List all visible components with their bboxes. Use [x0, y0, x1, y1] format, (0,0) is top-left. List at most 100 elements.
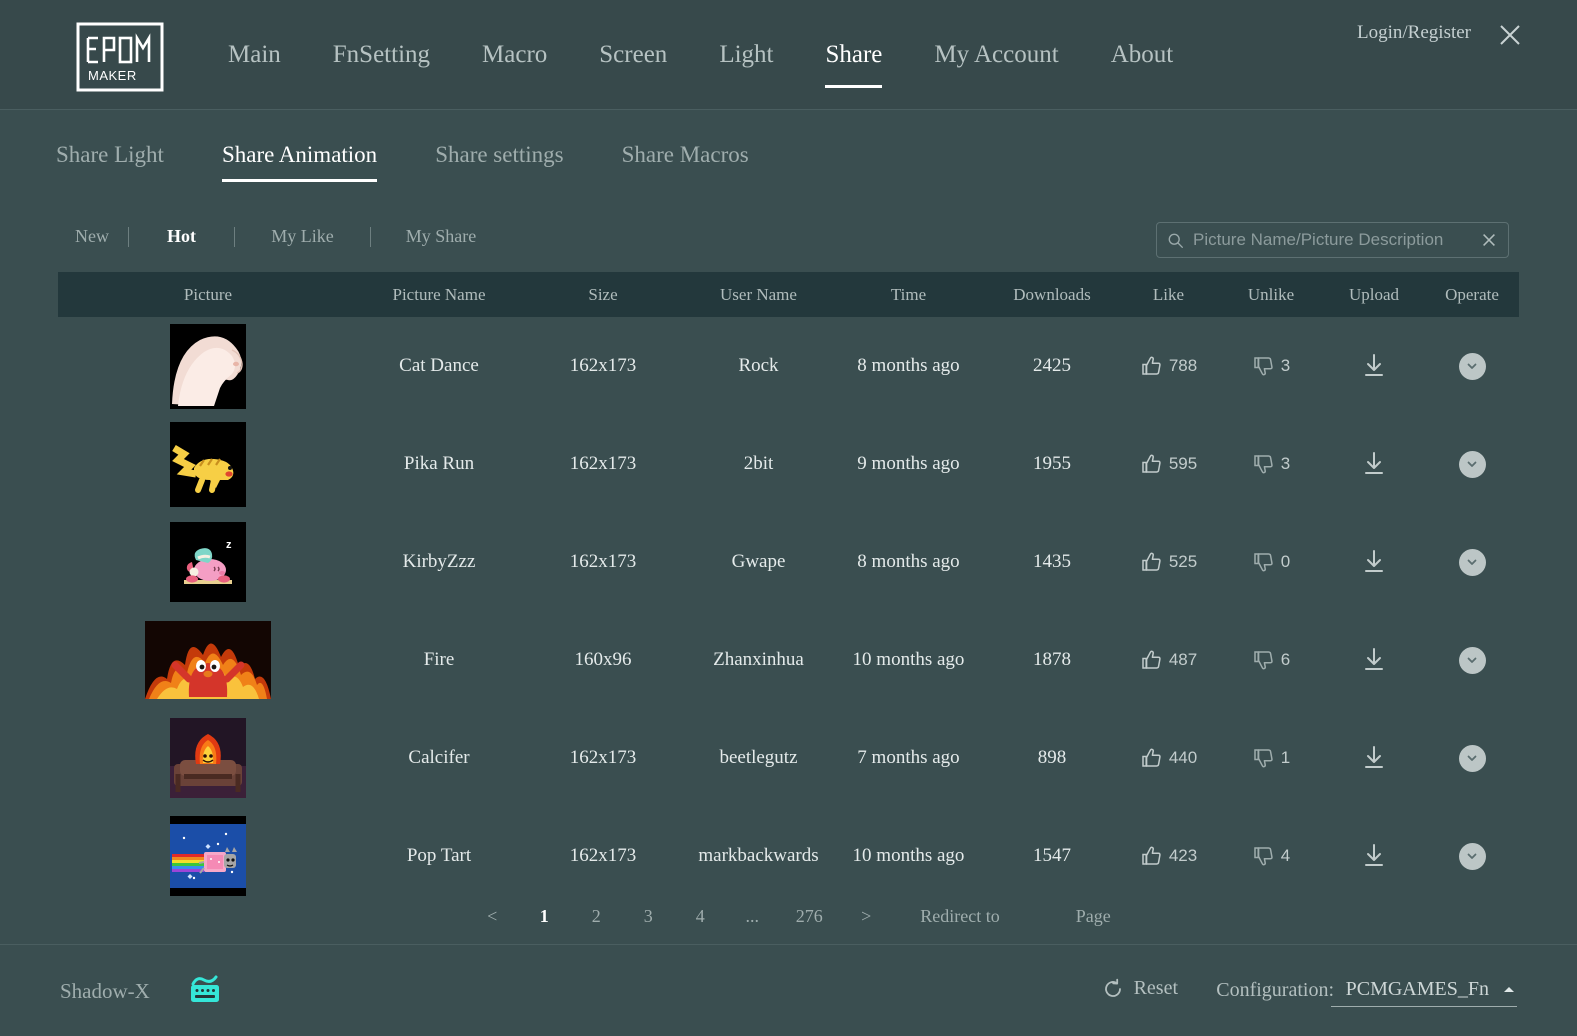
clear-search-icon[interactable] — [1480, 231, 1498, 249]
like-button[interactable]: 487 — [1118, 648, 1219, 672]
cat-dance-thumbnail[interactable] — [170, 323, 246, 409]
page-button-1[interactable]: 1 — [518, 906, 570, 927]
search-box[interactable] — [1156, 222, 1509, 258]
search-input[interactable] — [1184, 230, 1480, 250]
page-prev-button[interactable]: < — [466, 906, 518, 927]
table-row[interactable]: z KirbyZzz 162x173 Gwape 8 months ago 14… — [58, 513, 1519, 611]
pop-tart-thumbnail-image — [170, 816, 246, 896]
cell-user-name: markbackwards — [698, 845, 819, 866]
cell-picture-name: Pika Run — [403, 453, 475, 474]
fire-thumbnail[interactable] — [145, 621, 271, 699]
like-count: 595 — [1168, 454, 1198, 473]
unlike-button[interactable]: 1 — [1219, 746, 1323, 770]
filter-my-like[interactable]: My Like — [235, 226, 370, 247]
download-button[interactable] — [1323, 549, 1425, 575]
nav-item-fnsetting[interactable]: FnSetting — [333, 0, 430, 110]
filter-my-share[interactable]: My Share — [371, 226, 511, 247]
operate-expand-button[interactable] — [1458, 646, 1486, 674]
page-button-3[interactable]: 3 — [622, 906, 674, 927]
table-row[interactable]: Fire 160x96 Zhanxinhua 10 months ago 187… — [58, 611, 1519, 709]
unlike-button[interactable]: 0 — [1219, 550, 1323, 574]
cell-time: 10 months ago — [852, 649, 965, 670]
download-button[interactable] — [1323, 451, 1425, 477]
table-header-row: Picture Picture Name Size User Name Time… — [58, 272, 1519, 317]
nav-item-about[interactable]: About — [1111, 0, 1174, 110]
operate-expand-button[interactable] — [1458, 450, 1486, 478]
nav-item-share[interactable]: Share — [825, 0, 882, 110]
pop-tart-thumbnail[interactable] — [170, 816, 246, 896]
pika-run-thumbnail-image — [170, 421, 246, 507]
row-thumbnail-cell[interactable] — [58, 709, 358, 807]
share-sub-tabs: Share Light Share Animation Share settin… — [56, 142, 807, 182]
cell-size: 160x96 — [574, 649, 632, 670]
window-close-button[interactable] — [1495, 20, 1525, 50]
kirby-zzz-thumbnail[interactable]: z — [170, 522, 246, 602]
tab-share-light[interactable]: Share Light — [56, 142, 164, 182]
filter-hot[interactable]: Hot — [129, 226, 234, 247]
unlike-button[interactable]: 4 — [1219, 844, 1323, 868]
row-thumbnail-cell[interactable] — [58, 317, 358, 415]
operate-expand-button[interactable] — [1458, 842, 1486, 870]
like-button[interactable]: 788 — [1118, 354, 1219, 378]
like-button[interactable]: 525 — [1118, 550, 1219, 574]
cell-user-name: Rock — [738, 355, 779, 376]
pika-run-thumbnail[interactable] — [170, 421, 246, 507]
epomaker-logo: MAKER — [76, 22, 164, 92]
unlike-button[interactable]: 3 — [1219, 452, 1323, 476]
page-next-button[interactable]: > — [840, 906, 892, 927]
nav-item-light[interactable]: Light — [719, 0, 773, 110]
page-number-input[interactable] — [1009, 903, 1066, 929]
like-button[interactable]: 440 — [1118, 746, 1219, 770]
unlike-button[interactable]: 6 — [1219, 648, 1323, 672]
column-header-unlike: Unlike — [1247, 284, 1295, 304]
tab-share-macros[interactable]: Share Macros — [622, 142, 749, 182]
cell-downloads: 898 — [1037, 747, 1067, 768]
unlike-button[interactable]: 3 — [1219, 354, 1323, 378]
like-count: 788 — [1168, 356, 1198, 375]
download-icon — [1365, 648, 1383, 670]
keyboard-status-button[interactable] — [188, 975, 222, 1005]
reset-button[interactable]: Reset — [1102, 977, 1178, 1000]
page-button-4[interactable]: 4 — [674, 906, 726, 927]
nav-item-macro[interactable]: Macro — [482, 0, 547, 110]
page-button-2[interactable]: 2 — [570, 906, 622, 927]
thumbs-down-icon — [1254, 357, 1273, 376]
operate-expand-button[interactable] — [1458, 352, 1486, 380]
download-button[interactable] — [1323, 353, 1425, 379]
download-button[interactable] — [1323, 843, 1425, 869]
configuration-select[interactable]: PCMGAMES_Fn — [1331, 973, 1517, 1007]
thumbs-up-icon — [1142, 552, 1161, 571]
download-button[interactable] — [1323, 647, 1425, 673]
footer-bar: Shadow-X Reset Configuration: PCMGAMES_F… — [0, 944, 1577, 1036]
nav-item-my-account[interactable]: My Account — [934, 0, 1058, 110]
row-thumbnail-cell[interactable] — [58, 415, 358, 513]
row-thumbnail-cell[interactable] — [58, 611, 358, 709]
main-navigation: Main FnSetting Macro Screen Light Share … — [228, 0, 1173, 110]
column-header-picture-name: Picture Name — [392, 284, 486, 304]
login-register-link[interactable]: Login/Register — [1357, 22, 1471, 44]
operate-expand-button[interactable] — [1458, 548, 1486, 576]
like-button[interactable]: 423 — [1118, 844, 1219, 868]
thumbs-up-icon — [1142, 748, 1161, 767]
table-row[interactable]: Pika Run 162x173 2bit 9 months ago 1955 … — [58, 415, 1519, 513]
tab-share-settings[interactable]: Share settings — [435, 142, 563, 182]
cell-downloads: 1547 — [1033, 845, 1071, 866]
table-row[interactable]: Pop Tart 162x173 markbackwards 10 months… — [58, 807, 1519, 905]
nav-item-screen[interactable]: Screen — [599, 0, 667, 110]
nav-item-main[interactable]: Main — [228, 0, 281, 110]
row-thumbnail-cell[interactable] — [58, 807, 358, 905]
table-row[interactable]: Calcifer 162x173 beetlegutz 7 months ago… — [58, 709, 1519, 807]
download-button[interactable] — [1323, 745, 1425, 771]
fire-thumbnail-image — [145, 621, 271, 699]
unlike-count: 3 — [1280, 356, 1291, 375]
row-thumbnail-cell[interactable]: z — [58, 513, 358, 611]
chevron-down-icon — [1467, 559, 1477, 565]
cell-picture-name: KirbyZzz — [402, 551, 476, 572]
operate-expand-button[interactable] — [1458, 744, 1486, 772]
table-row[interactable]: Cat Dance 162x173 Rock 8 months ago 2425… — [58, 317, 1519, 415]
filter-new[interactable]: New — [56, 226, 128, 247]
calcifer-thumbnail[interactable] — [170, 718, 246, 798]
page-button-last[interactable]: 276 — [778, 906, 840, 927]
tab-share-animation[interactable]: Share Animation — [221, 142, 378, 182]
like-button[interactable]: 595 — [1118, 452, 1219, 476]
